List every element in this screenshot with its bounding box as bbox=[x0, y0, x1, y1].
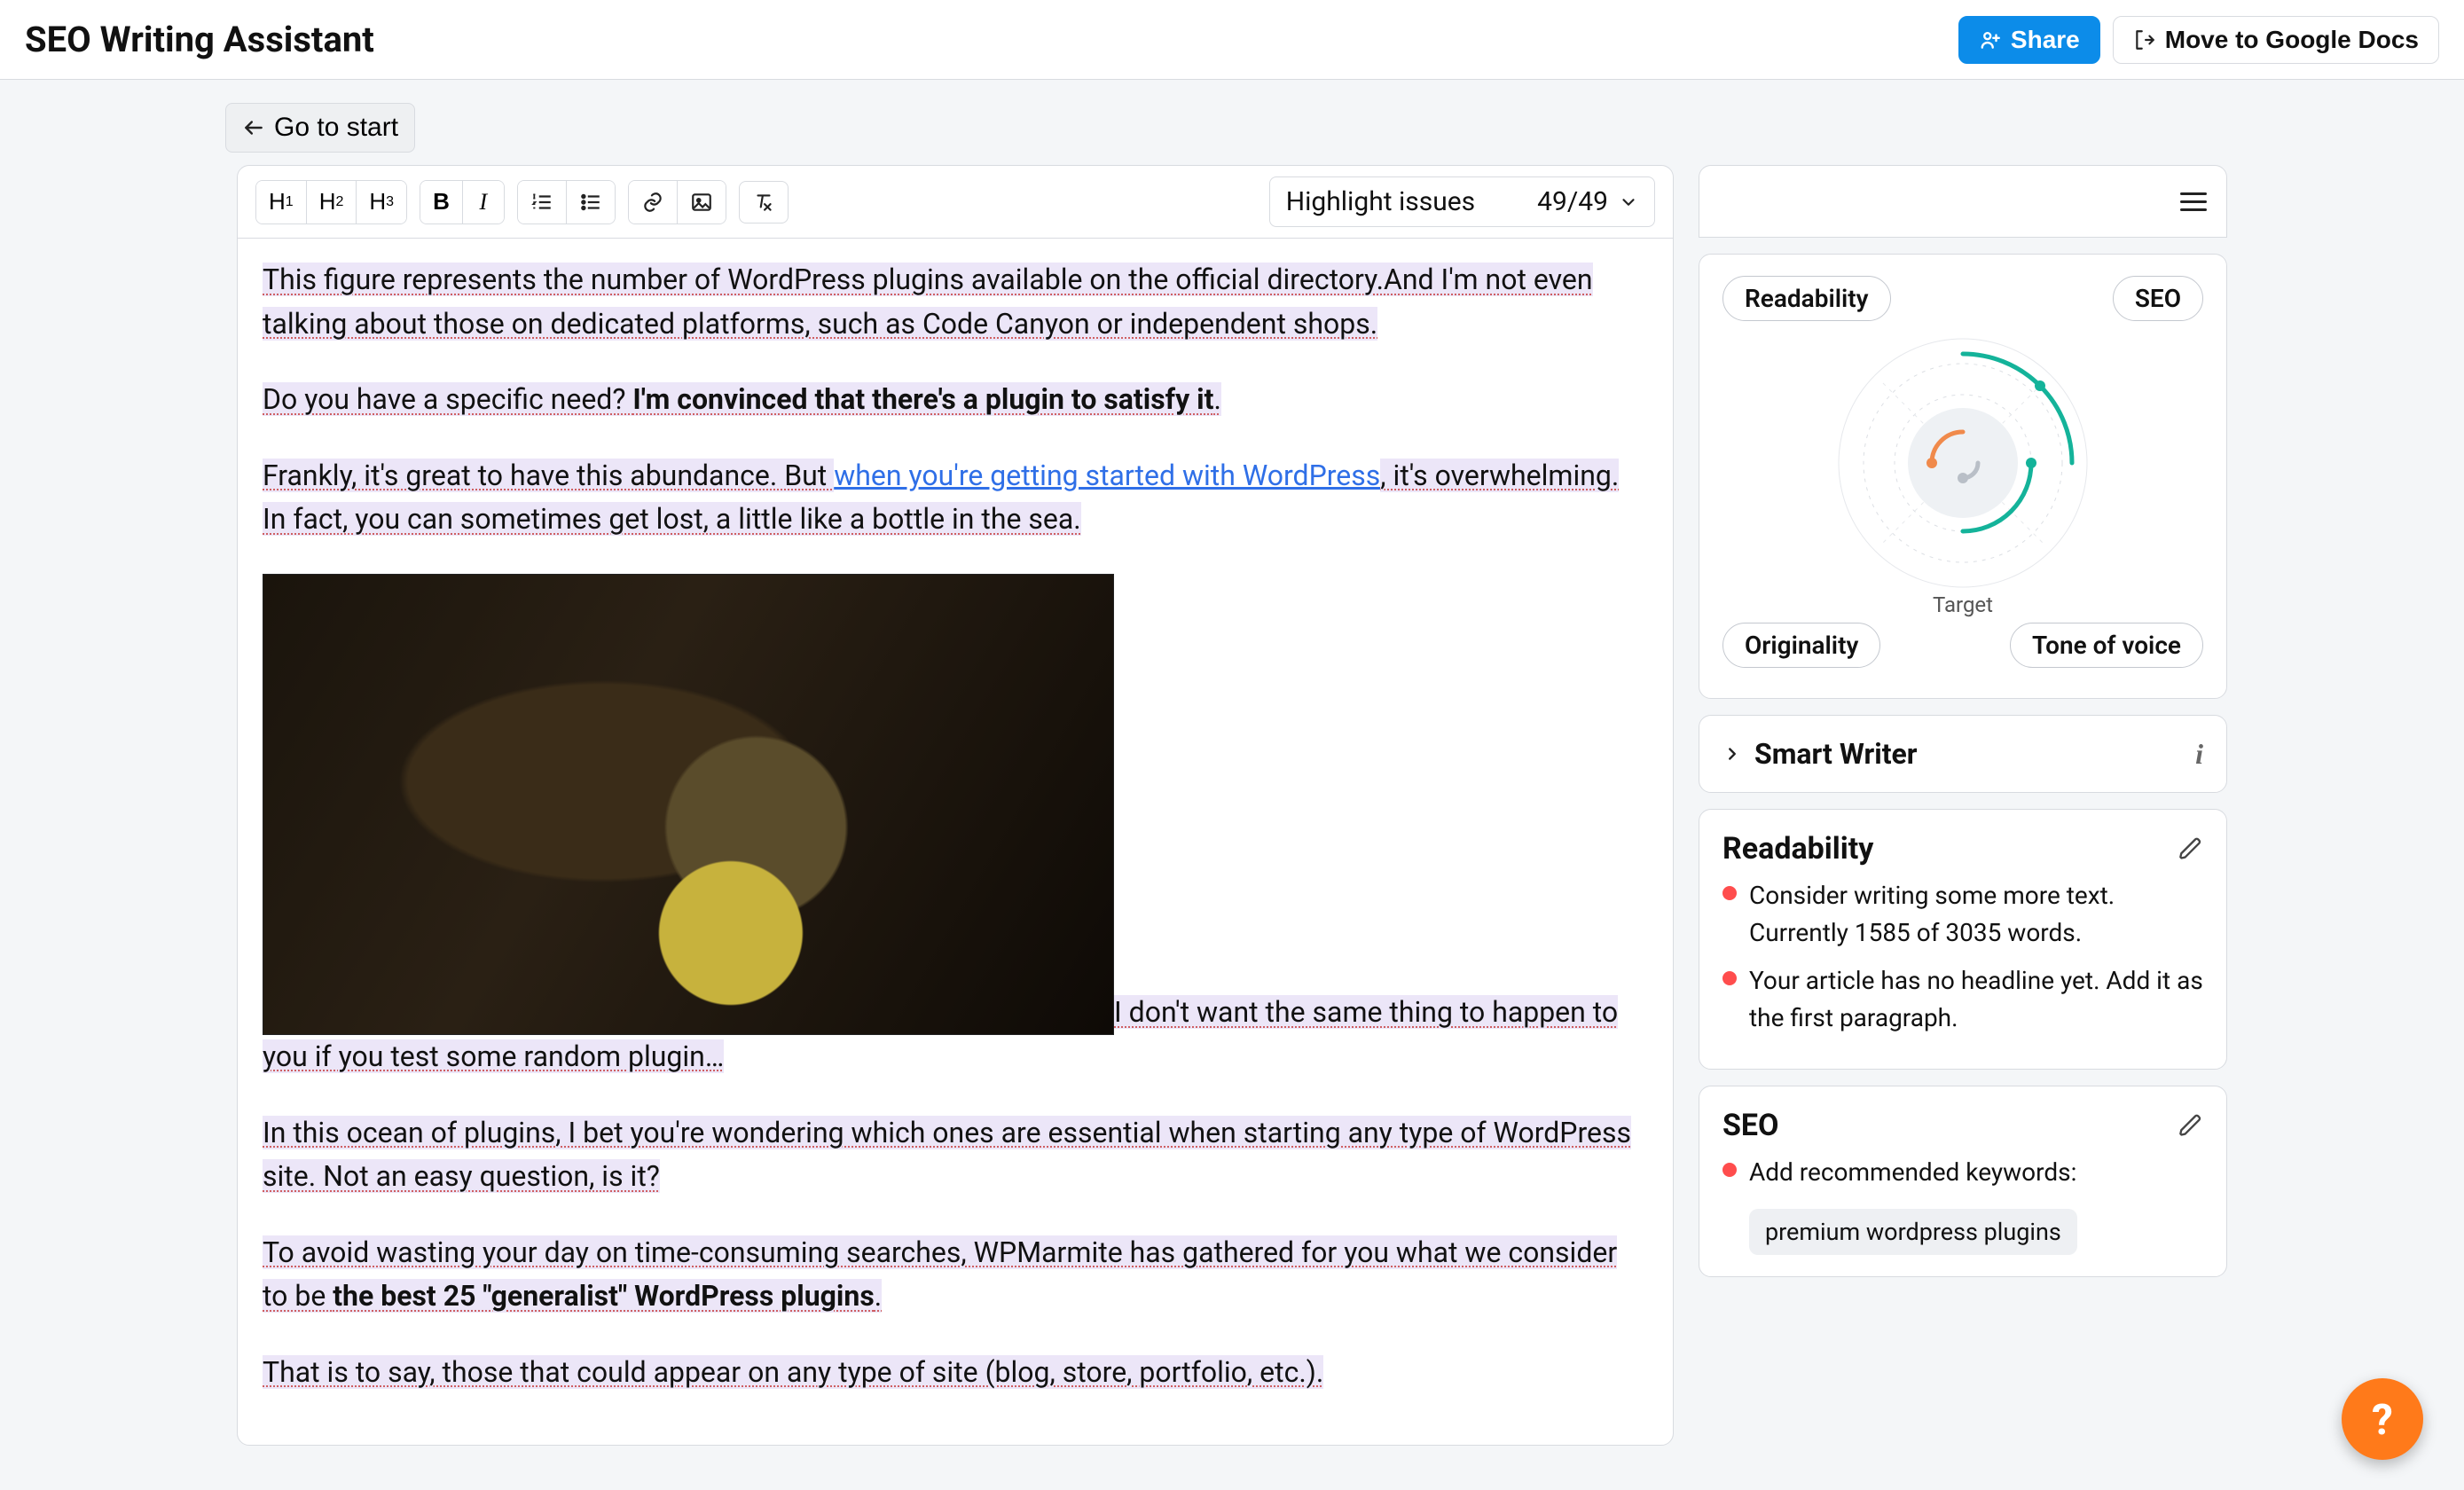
badge-tone[interactable]: Tone of voice bbox=[2010, 623, 2203, 668]
badge-readability[interactable]: Readability bbox=[1722, 276, 1891, 321]
badge-originality[interactable]: Originality bbox=[1722, 623, 1880, 668]
clear-format-icon bbox=[752, 191, 775, 214]
highlight-issues-dropdown[interactable]: Highlight issues 49/49 bbox=[1269, 176, 1655, 227]
pencil-icon[interactable] bbox=[2178, 836, 2203, 861]
radar-chart bbox=[1830, 330, 2096, 596]
readability-tip-2: Your article has no headline yet. Add it… bbox=[1722, 962, 2203, 1037]
insert-group bbox=[628, 180, 726, 224]
topbar: SEO Writing Assistant Share Move to Goog… bbox=[0, 0, 2464, 80]
status-dot-icon bbox=[1722, 1163, 1737, 1177]
clear-format-button[interactable] bbox=[739, 181, 789, 224]
link-icon bbox=[641, 191, 664, 214]
wp-getting-started-link[interactable]: when you're getting started with WordPre… bbox=[834, 459, 1380, 492]
para-7: That is to say, those that could appear … bbox=[263, 1355, 1323, 1389]
smart-writer-panel[interactable]: Smart Writer i bbox=[1699, 715, 2227, 793]
smart-writer-label: Smart Writer bbox=[1754, 737, 1918, 771]
seo-tip-1: Add recommended keywords: bbox=[1722, 1154, 2203, 1191]
image-button[interactable] bbox=[678, 181, 726, 224]
para-2: Do you have a specific need? I'm convinc… bbox=[263, 378, 1648, 422]
go-to-start-label: Go to start bbox=[274, 113, 398, 143]
share-button[interactable]: Share bbox=[1958, 16, 2100, 64]
para-5: In this ocean of plugins, I bet you're w… bbox=[263, 1116, 1631, 1194]
link-button[interactable] bbox=[629, 181, 678, 224]
h1-button[interactable]: H1 bbox=[256, 181, 307, 224]
badge-seo[interactable]: SEO bbox=[2113, 276, 2203, 321]
sidebar-head bbox=[1699, 165, 2227, 238]
list-ul-icon bbox=[579, 191, 602, 214]
top-actions: Share Move to Google Docs bbox=[1958, 16, 2439, 64]
arrow-left-icon bbox=[242, 116, 265, 139]
move-label: Move to Google Docs bbox=[2165, 26, 2419, 54]
h2-button[interactable]: H2 bbox=[307, 181, 357, 224]
page-title: SEO Writing Assistant bbox=[25, 19, 374, 60]
help-fab[interactable]: ? bbox=[2342, 1378, 2423, 1460]
list-group bbox=[517, 180, 616, 224]
para-1: This figure represents the number of Wor… bbox=[263, 263, 1593, 341]
readability-panel: Readability Consider writing some more t… bbox=[1699, 809, 2227, 1070]
page-body: Go to start H1 H2 H3 B I bbox=[0, 80, 2464, 1463]
score-panel: Readability SEO bbox=[1699, 254, 2227, 699]
editor-toolbar: H1 H2 H3 B I bbox=[238, 166, 1673, 239]
export-icon bbox=[2133, 28, 2156, 51]
style-group: B I bbox=[420, 180, 505, 224]
highlight-count: 49/49 bbox=[1537, 186, 1608, 217]
keyword-chip[interactable]: premium wordpress plugins bbox=[1749, 1209, 2077, 1255]
editor: H1 H2 H3 B I bbox=[237, 165, 1674, 1446]
ordered-list-button[interactable] bbox=[518, 181, 567, 224]
bold-button[interactable]: B bbox=[420, 181, 463, 224]
person-plus-icon bbox=[1979, 28, 2002, 51]
heading-group: H1 H2 H3 bbox=[255, 180, 407, 224]
info-icon[interactable]: i bbox=[2195, 738, 2203, 771]
seo-panel: SEO Add recommended keywords: premium wo… bbox=[1699, 1086, 2227, 1277]
chevron-down-icon bbox=[1619, 192, 1638, 212]
list-ol-icon bbox=[530, 191, 553, 214]
highlight-label: Highlight issues bbox=[1286, 186, 1475, 217]
h3-button[interactable]: H3 bbox=[357, 181, 406, 224]
unordered-list-button[interactable] bbox=[567, 181, 615, 224]
pencil-icon[interactable] bbox=[2178, 1113, 2203, 1138]
menu-icon[interactable] bbox=[2180, 192, 2207, 211]
share-label: Share bbox=[2011, 26, 2080, 54]
para-6: To avoid wasting your day on time-consum… bbox=[263, 1231, 1648, 1319]
seo-title: SEO bbox=[1722, 1108, 1779, 1143]
move-to-docs-button[interactable]: Move to Google Docs bbox=[2113, 16, 2439, 64]
para-3: Frankly, it's great to have this abundan… bbox=[263, 454, 1648, 542]
inline-image[interactable] bbox=[263, 574, 1114, 1035]
go-to-start-button[interactable]: Go to start bbox=[225, 103, 415, 153]
status-dot-icon bbox=[1722, 971, 1737, 985]
readability-tip-1: Consider writing some more text. Current… bbox=[1722, 877, 2203, 952]
para-4: I don't want the same thing to happen to… bbox=[263, 574, 1648, 1079]
columns: H1 H2 H3 B I bbox=[21, 165, 2443, 1446]
readability-title: Readability bbox=[1722, 831, 1873, 867]
editor-content[interactable]: This figure represents the number of Wor… bbox=[238, 239, 1673, 1445]
radar-target-label: Target bbox=[1933, 592, 1993, 617]
sidebar: Readability SEO bbox=[1699, 165, 2227, 1446]
image-icon bbox=[690, 191, 713, 214]
status-dot-icon bbox=[1722, 886, 1737, 900]
italic-button[interactable]: I bbox=[463, 181, 504, 224]
chevron-right-icon bbox=[1722, 744, 1742, 764]
